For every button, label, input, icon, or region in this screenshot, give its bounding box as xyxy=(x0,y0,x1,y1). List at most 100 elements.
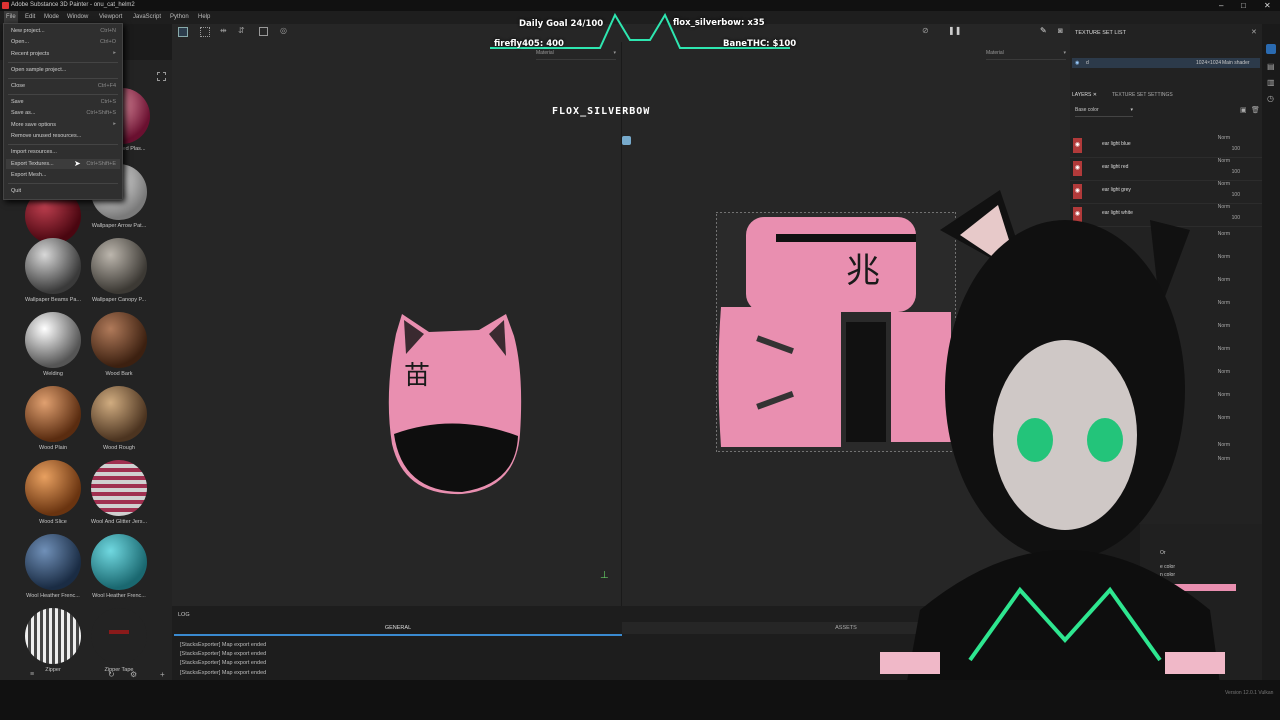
minimize-button[interactable]: – xyxy=(1219,0,1223,11)
opacity-value[interactable]: 100 xyxy=(1232,146,1240,152)
visibility-eye-icon[interactable]: ◉ xyxy=(1073,138,1082,153)
menu-shortcut: Ctrl+N xyxy=(100,28,116,34)
material-item[interactable]: Zipper xyxy=(20,608,86,673)
layers-icon[interactable]: ▤ xyxy=(1267,62,1275,71)
layer-row[interactable]: ◉ ear light red Norm 100 xyxy=(1070,157,1262,181)
menu-python[interactable]: Python xyxy=(170,11,189,24)
menu-item-new-project[interactable]: New project... xyxy=(11,28,45,34)
material-label: Wool Heather Frenc... xyxy=(92,593,146,599)
material-item[interactable]: Wood Bark xyxy=(86,312,152,377)
opacity-value[interactable]: 100 xyxy=(1232,215,1240,221)
menu-shortcut: Ctrl+O xyxy=(99,39,116,45)
visibility-eye-icon[interactable]: ◉ xyxy=(1075,58,1079,68)
close-icon[interactable]: ✕ xyxy=(1251,28,1257,36)
tab-texture-set-settings[interactable]: TEXTURE SET SETTINGS xyxy=(1112,92,1173,101)
texture-set-list-icon[interactable] xyxy=(1266,44,1276,54)
pause-icon[interactable]: ❚❚ xyxy=(948,26,961,35)
material-thumbnail xyxy=(91,386,147,442)
material-item[interactable]: Welding xyxy=(20,312,86,377)
align-horizontal-icon[interactable]: ⇹ xyxy=(220,26,227,35)
material-label: Wool And Glitter Jers... xyxy=(90,519,148,525)
add-icon[interactable]: + xyxy=(160,670,165,679)
material-item[interactable]: Wool And Glitter Jers... xyxy=(86,460,152,525)
menu-item-save[interactable]: Save xyxy=(11,99,24,105)
layer-row[interactable]: ◉ ear light blue Norm 100 xyxy=(1070,134,1262,158)
material-item[interactable]: Wood Rough xyxy=(86,386,152,451)
menu-item-export-textures[interactable]: Export Textures... xyxy=(11,161,54,167)
grid-fine-icon[interactable] xyxy=(200,27,210,37)
menu-shortcut: Ctrl+F4 xyxy=(97,83,116,89)
status-bar: Version 12.0.1 Vulkan xyxy=(0,680,1280,720)
texture-set-resolution: 1024×1024 xyxy=(1196,60,1222,66)
right-tool-strip: ▤ ▥ ◷ xyxy=(1262,24,1280,680)
history-icon[interactable]: ◷ xyxy=(1267,94,1274,103)
brush-tool-icon[interactable]: ✎ xyxy=(1040,26,1047,35)
channel-dropdown[interactable]: Base color ▾ xyxy=(1075,107,1133,117)
material-item[interactable]: Wool Heather Frenc... xyxy=(20,534,86,599)
material-label: Welding xyxy=(43,371,63,377)
close-button[interactable]: ✕ xyxy=(1264,0,1271,11)
material-dropdown-left[interactable]: Material ▾ xyxy=(536,50,616,60)
refresh-icon[interactable]: ↻ xyxy=(108,670,115,679)
material-thumbnail xyxy=(91,534,147,590)
menu-help[interactable]: Help xyxy=(198,11,210,24)
light-bulb-icon[interactable] xyxy=(622,136,631,145)
submenu-arrow-icon: ▸ xyxy=(113,50,116,56)
menu-javascript[interactable]: JavaScript xyxy=(133,11,161,24)
filter-icon[interactable]: ≡ xyxy=(30,671,34,678)
streamer-name-text: FLOX_SILVERBOW xyxy=(552,106,651,117)
opacity-value[interactable]: 100 xyxy=(1232,169,1240,175)
material-item[interactable]: Zipper Tape xyxy=(86,608,152,673)
log-line: [StacksExporter] Map export ended xyxy=(180,642,267,648)
blend-mode[interactable]: Norm xyxy=(1218,135,1230,141)
material-dropdown-right[interactable]: Material ▾ xyxy=(986,50,1066,60)
app-logo-icon xyxy=(2,2,9,9)
menu-shortcut: Ctrl+Shift+E xyxy=(86,161,116,167)
blend-mode[interactable]: Norm xyxy=(1218,158,1230,164)
menu-item-open-sample[interactable]: Open sample project... xyxy=(11,67,66,73)
menu-item-recent-projects[interactable]: Recent projects xyxy=(11,51,49,57)
helmet-3d-model[interactable]: 苗 xyxy=(384,314,524,499)
menu-item-more-save-options[interactable]: More save options xyxy=(11,122,56,128)
texture-set-shader: Main shader xyxy=(1222,60,1250,66)
tab-general[interactable]: GENERAL xyxy=(174,622,622,636)
material-item[interactable]: Wood Plain xyxy=(20,386,86,451)
daily-goal-text: Daily Goal 24/100 xyxy=(519,19,604,29)
tool-icon[interactable]: ⊘ xyxy=(922,26,929,35)
blend-mode[interactable]: Norm xyxy=(1218,181,1230,187)
material-thumbnail xyxy=(25,238,81,294)
material-item[interactable]: Wallpaper Beams Pa... xyxy=(20,238,86,303)
frame-icon[interactable] xyxy=(259,27,268,36)
settings-icon[interactable]: ⚙ xyxy=(130,670,137,679)
material-thumbnail xyxy=(25,386,81,442)
material-item[interactable]: Wallpaper Canopy P... xyxy=(86,238,152,303)
opacity-value[interactable]: 100 xyxy=(1232,192,1240,198)
menu-item-save-as[interactable]: Save as... xyxy=(11,110,35,116)
visibility-eye-icon[interactable]: ◉ xyxy=(1073,161,1082,176)
menu-item-remove-unused[interactable]: Remove unused resources... xyxy=(11,133,81,139)
maximize-button[interactable]: □ xyxy=(1241,0,1246,11)
add-layer-icon[interactable]: ▣ xyxy=(1240,106,1247,114)
menu-item-import-resources[interactable]: Import resources... xyxy=(11,149,57,155)
properties-icon[interactable]: ▥ xyxy=(1267,78,1275,87)
menu-item-open[interactable]: Open... xyxy=(11,39,29,45)
grid-view-icon[interactable] xyxy=(157,72,166,81)
log-line: [StacksExporter] Map export ended xyxy=(180,660,267,666)
bits-text: firefly405: 400 xyxy=(494,39,564,49)
material-item[interactable]: Wool Heather Frenc... xyxy=(86,534,152,599)
camera-screenshot-icon[interactable]: ◙ xyxy=(1058,26,1063,35)
camera-icon[interactable]: ◎ xyxy=(280,26,287,35)
tab-layers[interactable]: LAYERS ✕ xyxy=(1072,92,1097,101)
menu-item-close[interactable]: Close xyxy=(11,83,25,89)
material-label: Wallpaper Beams Pa... xyxy=(24,297,82,303)
menu-item-export-mesh[interactable]: Export Mesh... xyxy=(11,172,46,178)
texture-set-row[interactable]: ◉ d 1024×1024 Main shader xyxy=(1072,58,1260,68)
delete-layer-icon[interactable]: 🗑 xyxy=(1251,106,1260,114)
menu-item-quit[interactable]: Quit xyxy=(11,188,21,194)
svg-text:兆: 兆 xyxy=(846,251,880,291)
material-label: Wallpaper Canopy P... xyxy=(91,297,147,303)
align-vertical-icon[interactable]: ⇵ xyxy=(238,26,245,35)
material-thumbnail xyxy=(25,534,81,590)
grid-icon[interactable] xyxy=(178,27,188,37)
material-item[interactable]: Wood Slice xyxy=(20,460,86,525)
